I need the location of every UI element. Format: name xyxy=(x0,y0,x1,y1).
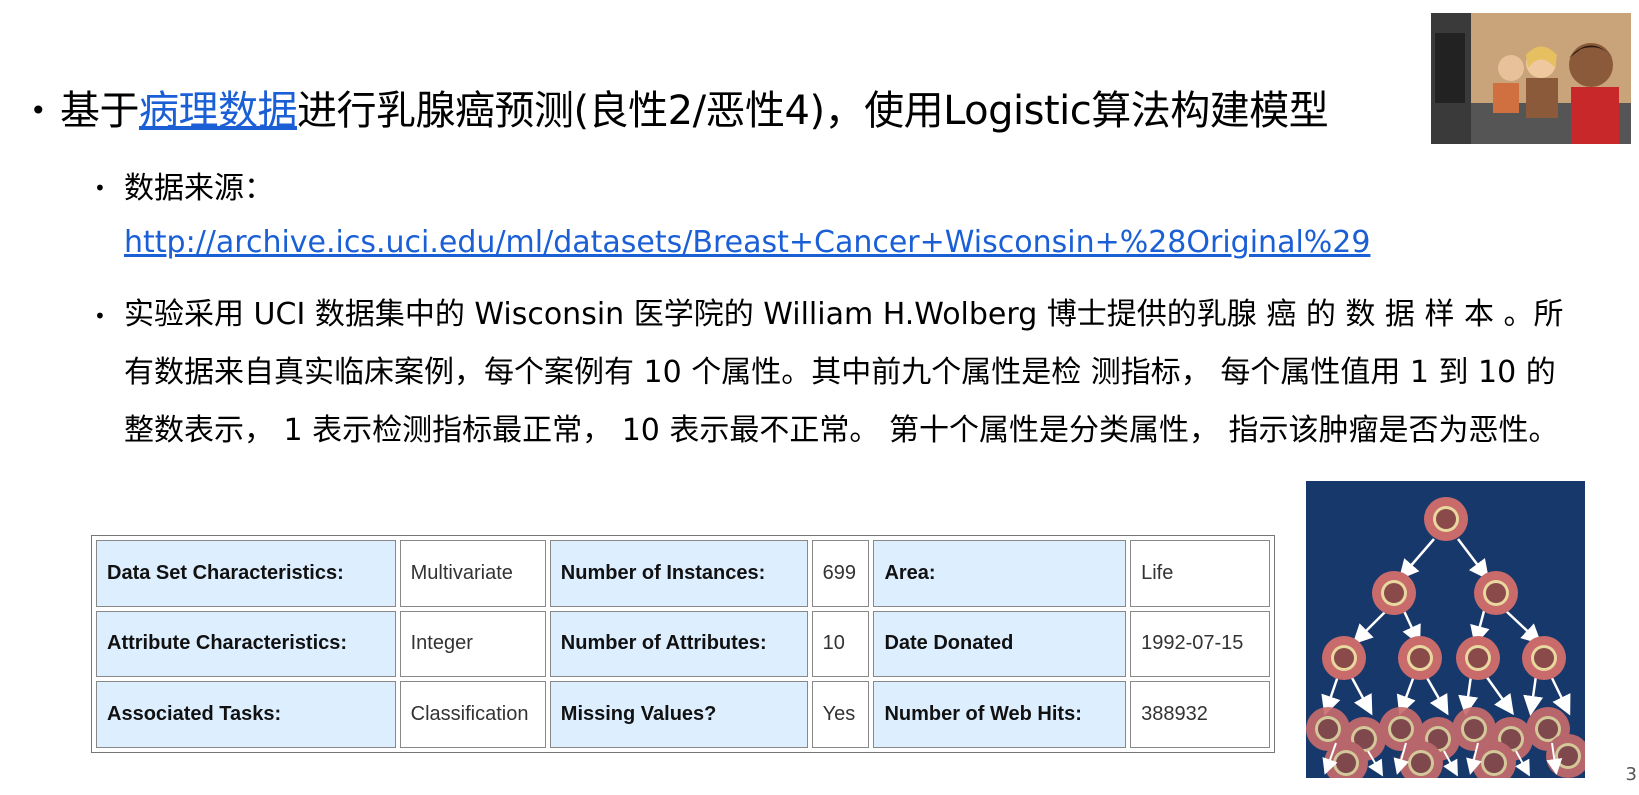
title-suffix: 进行乳腺癌预测(良性2/恶性4)，使用Logistic算法构建模型 xyxy=(297,88,1329,134)
table-value-cell: 388932 xyxy=(1130,681,1270,748)
table-row: Data Set Characteristics: Multivariate N… xyxy=(96,540,1270,607)
description-paragraph: 实验采用 UCI 数据集中的 Wisconsin 医学院的 William H.… xyxy=(124,297,1564,448)
table-row: Associated Tasks: Classification Missing… xyxy=(96,681,1270,748)
table-header-cell: Number of Web Hits: xyxy=(873,681,1127,748)
slide-title: • 基于病理数据进行乳腺癌预测(良性2/恶性4)，使用Logistic算法构建模型 xyxy=(30,78,1329,136)
title-prefix: 基于 xyxy=(60,88,140,134)
table-header-cell: Associated Tasks: xyxy=(96,681,396,748)
table-header-cell: Attribute Characteristics: xyxy=(96,610,396,678)
page-number: 3 xyxy=(1625,764,1637,785)
table-value-cell: Multivariate xyxy=(399,540,546,607)
pathology-data-link[interactable]: 病理数据 xyxy=(139,88,298,134)
table-value-cell: Integer xyxy=(399,610,546,678)
title-bullet: • xyxy=(30,94,47,127)
table-header-cell: Number of Instances: xyxy=(549,540,808,607)
table-value-cell: Life xyxy=(1130,540,1270,607)
table-value-cell: 10 xyxy=(811,610,870,678)
table-header-cell: Date Donated xyxy=(873,610,1127,678)
table-header-cell: Area: xyxy=(873,540,1127,607)
table-header-cell: Data Set Characteristics: xyxy=(96,540,396,607)
table-row: Attribute Characteristics: Integer Numbe… xyxy=(96,610,1270,678)
source-bullet: • xyxy=(94,176,106,200)
source-label: 数据来源： xyxy=(124,171,274,206)
table-header-cell: Number of Attributes: xyxy=(549,610,808,678)
table-value-cell: 699 xyxy=(811,540,870,607)
students-photo xyxy=(1431,13,1631,144)
dataset-info-table: Data Set Characteristics: Multivariate N… xyxy=(91,535,1275,753)
table-value-cell: Yes xyxy=(811,681,870,748)
cell-division-diagram xyxy=(1306,481,1590,785)
table-header-cell: Missing Values? xyxy=(549,681,808,748)
table-value-cell: Classification xyxy=(399,681,546,748)
source-url-link[interactable]: http://archive.ics.uci.edu/ml/datasets/B… xyxy=(124,225,1370,260)
table-value-cell: 1992-07-15 xyxy=(1130,610,1270,678)
description-bullet: • xyxy=(94,304,106,328)
